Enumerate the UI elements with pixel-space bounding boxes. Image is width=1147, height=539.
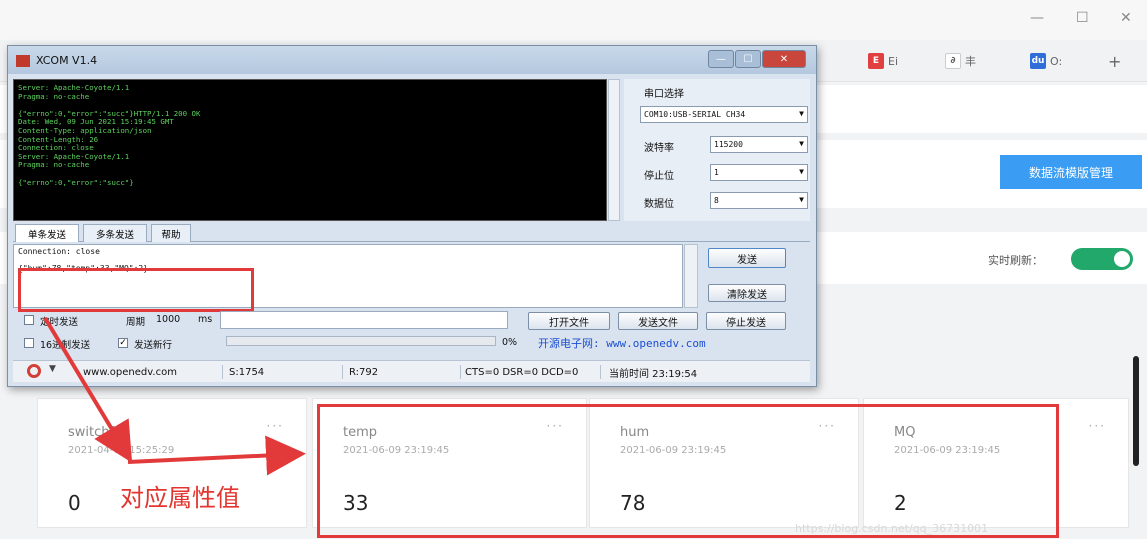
send-text-line: Connection: close	[18, 247, 100, 256]
timed-send-checkbox[interactable]	[24, 315, 34, 325]
minimize-icon[interactable]: —	[1030, 10, 1044, 26]
maximize-icon[interactable]: ☐	[1076, 10, 1089, 26]
chevron-down-icon: ▼	[799, 139, 804, 148]
status-site[interactable]: www.openedv.com	[83, 365, 223, 379]
receive-area[interactable]: Server: Apache-Coyote/1.1 Pragma: no-cac…	[13, 79, 607, 221]
send-progress	[226, 336, 496, 346]
tab-label: 丰	[965, 55, 976, 68]
xcom-title: XCOM V1.4	[36, 54, 98, 67]
more-icon[interactable]: ···	[267, 419, 284, 433]
xcom-maximize-button[interactable]: ☐	[735, 50, 761, 68]
datastream-template-button[interactable]: 数据流模版管理	[1000, 155, 1142, 189]
hex-send-label: 16进制发送	[40, 340, 91, 351]
port-select-value: COM10:USB-SERIAL CH34	[644, 110, 746, 119]
browser-tab[interactable]: du O:	[1030, 48, 1062, 74]
send-newline-label: 发送新行	[134, 340, 173, 351]
card-name: switch1	[68, 425, 118, 440]
card-time: 2021-04-08 15:25:29	[68, 445, 175, 456]
tab-label: Ei	[888, 54, 899, 68]
xcom-titlebar[interactable]: XCOM V1.4 — ☐ ✕	[8, 46, 816, 74]
receive-scrollbar[interactable]	[608, 79, 620, 221]
browser-tab[interactable]: ∂ 丰	[945, 48, 976, 74]
tab-favicon-icon: du	[1030, 53, 1046, 69]
card-value: 0	[68, 491, 81, 515]
stop-send-button[interactable]: 停止发送	[706, 312, 786, 330]
status-bar: ▼ www.openedv.com S:1754 R:792 CTS=0 DSR…	[13, 360, 810, 382]
send-scrollbar[interactable]	[684, 244, 698, 308]
status-recv-count: R:792	[349, 365, 461, 379]
port-select-label: 串口选择	[644, 89, 684, 100]
xcom-window: XCOM V1.4 — ☐ ✕ Server: Apache-Coyote/1.…	[7, 45, 817, 387]
chevron-down-icon: ▼	[799, 167, 804, 176]
browser-tab[interactable]: E Ei	[868, 48, 898, 74]
chevron-down-icon: ▼	[799, 195, 804, 204]
send-newline-checkbox[interactable]: ✓	[118, 338, 128, 348]
close-icon[interactable]: ✕	[1120, 10, 1132, 26]
more-icon[interactable]: ···	[1089, 419, 1106, 433]
progress-text: 0%	[502, 337, 518, 348]
data-bit-label: 数据位	[644, 199, 674, 210]
chevron-down-icon: ▼	[799, 109, 804, 118]
settings-gear-icon[interactable]	[27, 364, 41, 378]
clear-send-button[interactable]: 清除发送	[708, 284, 786, 302]
watermark: https://blog.csdn.net/qq_36731001	[795, 522, 989, 535]
period-input[interactable]	[220, 311, 508, 329]
send-button[interactable]: 发送	[708, 248, 786, 268]
tab-single-send[interactable]: 单条发送	[15, 224, 79, 242]
period-value[interactable]: 1000	[156, 314, 180, 325]
port-select[interactable]: COM10:USB-SERIAL CH34 ▼	[640, 106, 808, 123]
send-file-button[interactable]: 发送文件	[618, 312, 698, 330]
new-tab-button[interactable]: +	[1108, 48, 1121, 74]
data-bit-value: 8	[714, 196, 719, 205]
hex-send-checkbox[interactable]	[24, 338, 34, 348]
opendev-link[interactable]: 开源电子网: www.openedv.com	[538, 335, 706, 351]
realtime-refresh-label: 实时刷新：	[988, 254, 1043, 267]
window-titlebar	[0, 0, 1147, 40]
baud-select[interactable]: 115200 ▼	[710, 136, 808, 153]
stop-bit-value: 1	[714, 168, 719, 177]
receive-text: Server: Apache-Coyote/1.1 Pragma: no-cac…	[18, 83, 201, 187]
xcom-minimize-button[interactable]: —	[708, 50, 734, 68]
data-bit-select[interactable]: 8 ▼	[710, 192, 808, 209]
period-unit: ms	[198, 314, 213, 325]
tab-label: O:	[1050, 54, 1063, 68]
status-sent-count: S:1754	[229, 365, 343, 379]
open-file-button[interactable]: 打开文件	[528, 312, 610, 330]
status-time: 当前时间 23:19:54	[609, 368, 698, 380]
tab-favicon-icon: E	[868, 53, 884, 69]
timed-send-label: 定时发送	[40, 317, 79, 328]
stop-bit-select[interactable]: 1 ▼	[710, 164, 808, 181]
serial-settings-panel: 串口选择 COM10:USB-SERIAL CH34 ▼ 波特率 115200 ▼ …	[624, 79, 810, 221]
xcom-close-button[interactable]: ✕	[762, 50, 806, 68]
toggle-knob	[1114, 251, 1130, 267]
baud-value: 115200	[714, 140, 743, 149]
baud-label: 波特率	[644, 143, 674, 154]
send-tabs: 单条发送 多条发送 帮助	[13, 224, 810, 242]
status-lines: CTS=0 DSR=0 DCD=0	[465, 365, 601, 379]
annotation-box-json	[18, 268, 254, 312]
tab-favicon-icon: ∂	[945, 53, 961, 69]
annotation-label: 对应属性值	[120, 484, 240, 512]
page-scrollbar[interactable]	[1133, 356, 1139, 466]
realtime-refresh-toggle[interactable]	[1071, 248, 1133, 270]
period-label: 周期	[126, 317, 146, 328]
tab-help[interactable]: 帮助	[151, 224, 191, 242]
tab-multi-send[interactable]: 多条发送	[83, 224, 147, 242]
xcom-logo-icon	[16, 55, 30, 67]
stop-bit-label: 停止位	[644, 171, 674, 182]
chevron-down-icon[interactable]: ▼	[49, 364, 56, 374]
annotation-box-cards	[317, 404, 1059, 538]
